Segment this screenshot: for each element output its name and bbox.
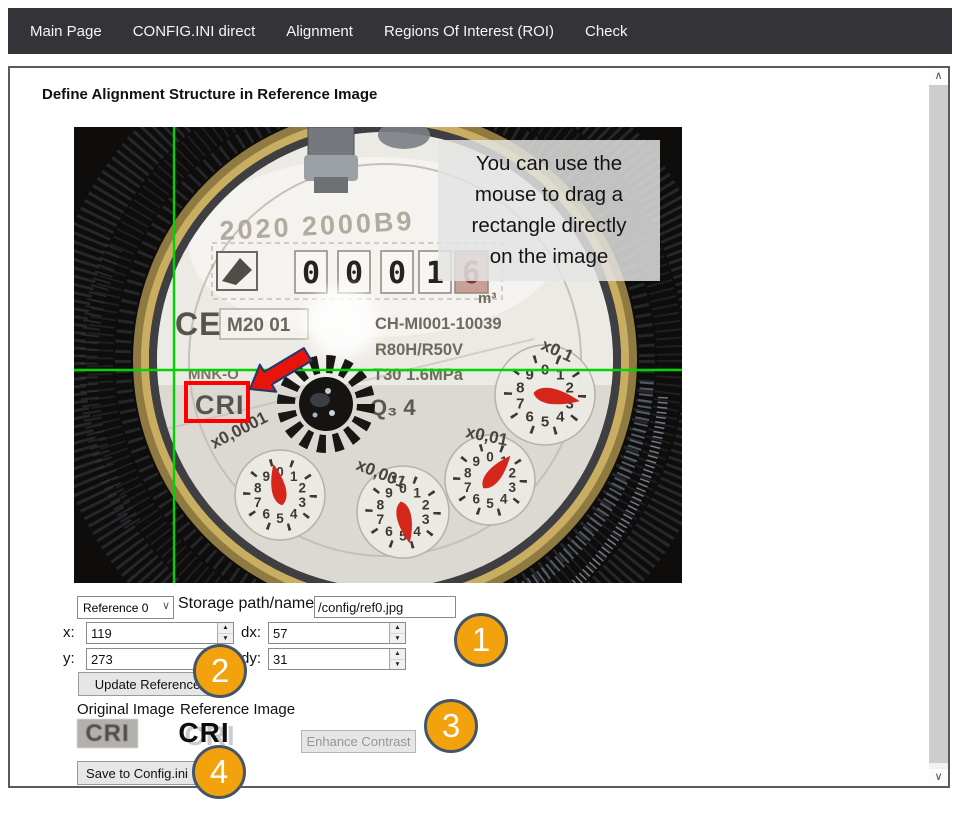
- svg-text:1: 1: [290, 469, 298, 484]
- reference-image-canvas[interactable]: 2020 2000B9 0 0 0 1 6 m³: [74, 127, 682, 583]
- svg-text:7: 7: [464, 480, 472, 495]
- svg-text:8: 8: [376, 497, 384, 512]
- dy-field-wrap: ▲▼: [268, 648, 406, 670]
- meter-brand: MNK-O: [188, 366, 239, 383]
- svg-text:0: 0: [486, 449, 494, 464]
- nav-main-page[interactable]: Main Page: [30, 23, 102, 40]
- drag-hint-overlay: You can use the mouse to drag a rectangl…: [438, 140, 660, 281]
- svg-text:6: 6: [385, 524, 393, 539]
- top-nav: Main Page CONFIG.INI direct Alignment Re…: [8, 8, 952, 54]
- meter-ratio: R80H/R50V: [375, 341, 463, 359]
- svg-text:2: 2: [509, 466, 517, 481]
- svg-text:3: 3: [509, 480, 517, 495]
- scroll-down-icon[interactable]: ∨: [929, 769, 948, 786]
- dy-input[interactable]: [268, 648, 406, 670]
- spinner-up-icon[interactable]: ▲: [390, 649, 405, 660]
- meter-dial: 0123456789: [235, 450, 325, 540]
- svg-text:6: 6: [262, 507, 270, 522]
- annotation-step-4: 4: [192, 745, 246, 799]
- annotation-step-1: 1: [454, 613, 508, 667]
- scrollbar-thumb[interactable]: [929, 85, 948, 763]
- spinner-down-icon[interactable]: ▼: [218, 634, 233, 644]
- content-frame: Define Alignment Structure in Reference …: [8, 66, 950, 788]
- svg-text:7: 7: [376, 512, 384, 527]
- annotation-step-3: 3: [424, 699, 478, 753]
- svg-text:3: 3: [422, 512, 430, 527]
- svg-text:4: 4: [413, 524, 421, 539]
- svg-text:8: 8: [464, 466, 472, 481]
- roi-text: CRI: [195, 390, 245, 420]
- nav-roi[interactable]: Regions Of Interest (ROI): [384, 23, 554, 40]
- svg-text:4: 4: [556, 408, 565, 425]
- counter-digit: 0: [302, 256, 320, 291]
- storage-path-wrap: [314, 596, 456, 618]
- nav-alignment[interactable]: Alignment: [286, 23, 353, 40]
- dx-input[interactable]: [268, 622, 406, 644]
- x-label: x:: [63, 624, 75, 641]
- nav-config-ini[interactable]: CONFIG.INI direct: [133, 23, 256, 40]
- counter-digit: 0: [388, 256, 406, 291]
- save-to-config-button[interactable]: Save to Config.ini: [77, 761, 197, 785]
- svg-text:5: 5: [276, 511, 284, 526]
- y-label: y:: [63, 650, 75, 667]
- svg-text:1: 1: [413, 485, 421, 500]
- storage-path-label: Storage path/name:: [178, 595, 319, 613]
- svg-text:5: 5: [541, 413, 549, 430]
- svg-text:7: 7: [516, 395, 524, 412]
- storage-path-input[interactable]: [314, 596, 456, 618]
- reference-select[interactable]: Reference 0: [77, 596, 174, 619]
- spinner-up-icon[interactable]: ▲: [218, 623, 233, 634]
- meter-model: CH-MI001-10039: [375, 315, 502, 333]
- svg-text:4: 4: [500, 492, 508, 507]
- svg-text:8: 8: [254, 481, 262, 496]
- x-spinner[interactable]: ▲▼: [217, 623, 233, 643]
- x-input[interactable]: [86, 622, 234, 644]
- dy-spinner[interactable]: ▲▼: [389, 649, 405, 669]
- nav-check[interactable]: Check: [585, 23, 628, 40]
- svg-text:4: 4: [290, 507, 298, 522]
- svg-text:6: 6: [472, 492, 480, 507]
- svg-text:5: 5: [486, 496, 494, 511]
- scroll-up-icon[interactable]: ∧: [929, 68, 948, 85]
- type-approval: M20 01: [227, 315, 291, 336]
- meter-q-label: Q₃ 4: [370, 395, 416, 420]
- svg-text:8: 8: [516, 379, 524, 396]
- counter-unit: m³: [478, 290, 496, 307]
- scrollbar: ∧ ∨: [929, 68, 948, 786]
- page-title: Define Alignment Structure in Reference …: [42, 86, 377, 103]
- ce-mark: CE: [175, 306, 221, 342]
- svg-text:9: 9: [472, 454, 480, 469]
- svg-text:9: 9: [526, 366, 534, 383]
- svg-text:9: 9: [262, 469, 270, 484]
- svg-text:7: 7: [254, 495, 262, 510]
- original-image-label: Original Image: [77, 701, 175, 718]
- dx-spinner[interactable]: ▲▼: [389, 623, 405, 643]
- spinner-up-icon[interactable]: ▲: [390, 623, 405, 634]
- svg-text:2: 2: [299, 481, 307, 496]
- annotation-step-2: 2: [193, 644, 247, 698]
- svg-text:1: 1: [556, 366, 564, 383]
- meter-dial: 0123456789: [445, 435, 535, 525]
- original-image-thumbnail: CRI: [77, 719, 138, 748]
- meter-dial: 0123456789: [495, 345, 595, 445]
- meter-rating: T30 1.6MPa: [373, 366, 464, 384]
- reference-select-wrap: Reference 0 ∨: [77, 596, 174, 619]
- svg-text:2: 2: [422, 497, 430, 512]
- enhance-contrast-button[interactable]: Enhance Contrast: [301, 730, 416, 753]
- svg-text:6: 6: [526, 408, 534, 425]
- spinner-down-icon[interactable]: ▼: [390, 660, 405, 670]
- page: Main Page CONFIG.INI direct Alignment Re…: [0, 0, 960, 816]
- x-field-wrap: ▲▼: [86, 622, 234, 644]
- counter-digit: 0: [345, 256, 363, 291]
- dx-field-wrap: ▲▼: [268, 622, 406, 644]
- svg-text:3: 3: [299, 495, 307, 510]
- spinner-down-icon[interactable]: ▼: [390, 634, 405, 644]
- dx-label: dx:: [241, 624, 261, 641]
